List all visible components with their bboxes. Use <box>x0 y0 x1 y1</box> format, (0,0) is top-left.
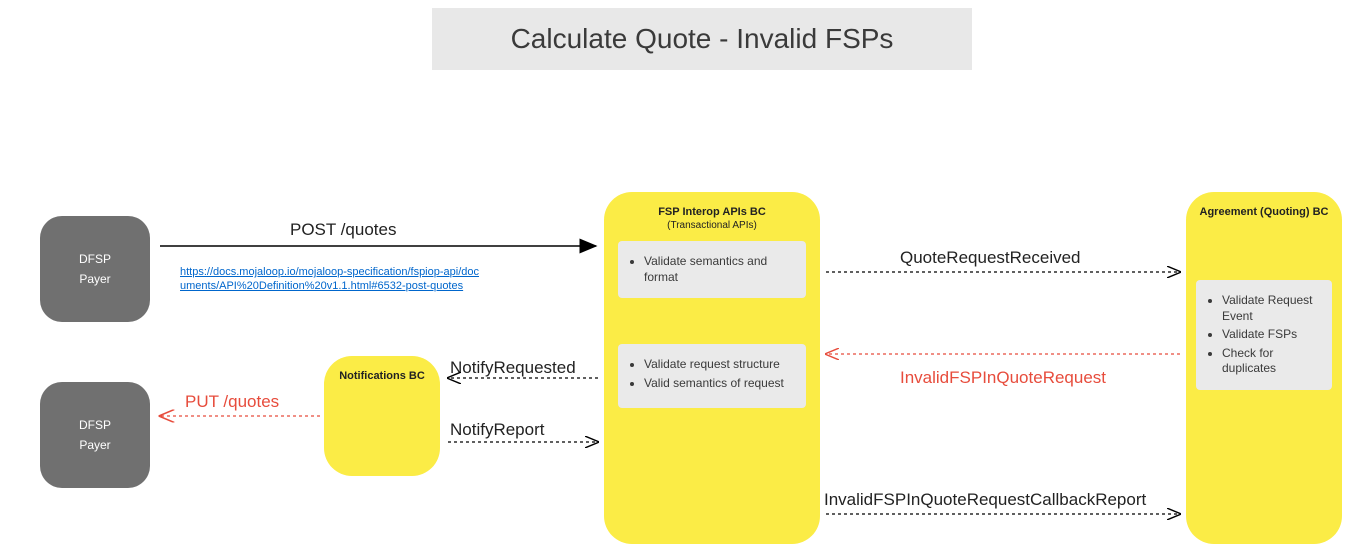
fsp-interop-task-2: Validate request structure Valid semanti… <box>618 344 806 408</box>
node-agreement-bc-title: Agreement (Quoting) BC <box>1192 206 1336 218</box>
edge-label-quote-request-received: QuoteRequestReceived <box>900 248 1081 268</box>
fsp-interop-task-2-item-0: Validate request structure <box>644 357 800 373</box>
node-dfsp-payer-1-line1: DFSP <box>79 252 111 266</box>
node-dfsp-payer-2-line2: Payer <box>79 438 110 452</box>
fsp-interop-task-1: Validate semantics and format <box>618 241 806 298</box>
fsp-interop-task-2-item-1: Valid semantics of request <box>644 376 800 392</box>
agreement-bc-task-item-0: Validate Request Event <box>1222 293 1326 324</box>
agreement-bc-task-item-2: Check for duplicates <box>1222 346 1326 377</box>
edge-label-post-quotes: POST /quotes <box>290 220 396 240</box>
node-fsp-interop-subtitle: (Transactional APIs) <box>604 220 820 231</box>
node-fsp-interop: FSP Interop APIs BC (Transactional APIs)… <box>604 192 820 544</box>
node-fsp-interop-title: FSP Interop APIs BC <box>610 206 814 218</box>
fsp-interop-task-1-item-0: Validate semantics and format <box>644 254 800 285</box>
node-dfsp-payer-1-line2: Payer <box>79 272 110 286</box>
diagram-title: Calculate Quote - Invalid FSPs <box>432 8 972 70</box>
diagram-canvas: Calculate Quote - Invalid FSPs DFSP Paye… <box>0 0 1353 553</box>
edge-label-invalid-fsp: InvalidFSPInQuoteRequest <box>900 368 1106 388</box>
node-dfsp-payer-1: DFSP Payer <box>40 216 150 322</box>
agreement-bc-task-item-1: Validate FSPs <box>1222 327 1326 343</box>
edge-label-notify-report: NotifyReport <box>450 420 544 440</box>
node-agreement-bc: Agreement (Quoting) BC Validate Request … <box>1186 192 1342 544</box>
node-dfsp-payer-2: DFSP Payer <box>40 382 150 488</box>
edge-label-put-quotes: PUT /quotes <box>185 392 279 412</box>
node-notifications-bc-title: Notifications BC <box>330 370 434 382</box>
edge-label-invalid-fsp-callback: InvalidFSPInQuoteRequestCallbackReport <box>824 490 1146 510</box>
node-notifications-bc: Notifications BC <box>324 356 440 476</box>
node-dfsp-payer-2-line1: DFSP <box>79 418 111 432</box>
spec-link[interactable]: https://docs.mojaloop.io/mojaloop-specif… <box>180 265 480 294</box>
diagram-title-text: Calculate Quote - Invalid FSPs <box>511 23 894 55</box>
agreement-bc-task: Validate Request Event Validate FSPs Che… <box>1196 280 1332 390</box>
edge-label-notify-requested: NotifyRequested <box>450 358 576 378</box>
